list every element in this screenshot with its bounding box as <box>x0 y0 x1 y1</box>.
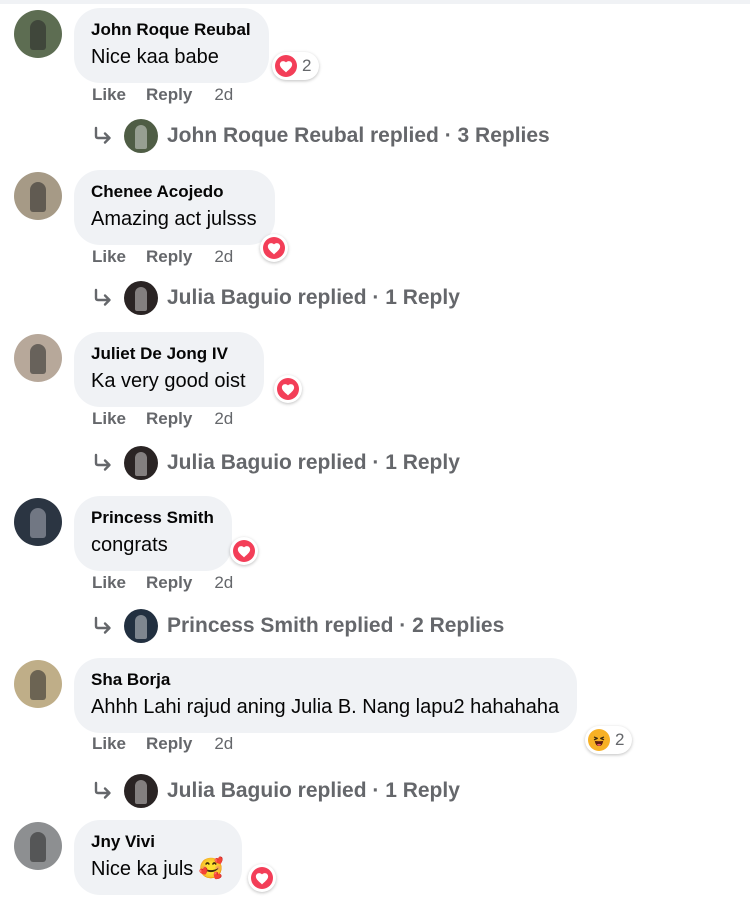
comment-actions: Like Reply 2d <box>92 247 233 267</box>
haha-reaction-icon <box>588 729 610 751</box>
reply-avatar <box>124 609 158 643</box>
comment-author[interactable]: Sha Borja <box>91 669 559 691</box>
reply-button[interactable]: Reply <box>146 409 192 429</box>
reply-arrow-icon <box>94 126 111 144</box>
avatar[interactable] <box>14 498 62 546</box>
comment: Princess Smith congrats Like Reply 2d Prin… <box>0 488 750 650</box>
comment-bubble: Sha Borja Ahhh Lahi rajud aning Julia B.… <box>74 658 578 733</box>
like-button[interactable]: Like <box>92 734 126 754</box>
timestamp[interactable]: 2d <box>214 409 233 429</box>
comment: Sha Borja Ahhh Lahi rajud aning Julia B.… <box>0 650 750 812</box>
reaction-summary[interactable]: 2 <box>272 52 320 80</box>
comment: Juliet De Jong IV Ka very good oist Like… <box>0 324 750 486</box>
reply-arrow-icon <box>94 288 111 306</box>
timestamp[interactable]: 2d <box>214 573 233 593</box>
view-replies-link[interactable]: Julia Baguio replied · 1 Reply <box>92 772 460 810</box>
comment: John Roque Reubal Nice kaa babe 2 Like Re… <box>0 0 750 162</box>
reaction-count: 2 <box>615 730 625 749</box>
comment: Jny Vivi Nice ka juls 🥰 <box>0 812 750 900</box>
avatar[interactable] <box>14 660 62 708</box>
view-replies-link[interactable]: Julia Baguio replied · 1 Reply <box>92 444 460 482</box>
reply-avatar <box>124 119 158 153</box>
reply-button[interactable]: Reply <box>146 247 192 267</box>
love-reaction-icon <box>263 237 285 259</box>
avatar[interactable] <box>14 172 62 220</box>
reply-avatar <box>124 281 158 315</box>
comment-text: Amazing act julsss <box>91 208 257 230</box>
love-reaction-icon <box>275 55 297 77</box>
comment-author[interactable]: Juliet De Jong IV <box>91 343 246 365</box>
comment-bubble: Princess Smith congrats <box>74 496 232 571</box>
like-button[interactable]: Like <box>92 409 126 429</box>
comment-actions: Like Reply 2d <box>92 85 233 105</box>
love-reaction-icon <box>233 540 255 562</box>
replies-summary: Julia Baguio replied · 1 Reply <box>167 779 460 802</box>
comment-text: Ka very good oist <box>91 370 246 392</box>
replies-summary: John Roque Reubal replied · 3 Replies <box>167 124 550 147</box>
like-button[interactable]: Like <box>92 85 126 105</box>
avatar[interactable] <box>14 10 62 58</box>
reply-avatar <box>124 774 158 808</box>
comment-author[interactable]: Jny Vivi <box>91 831 224 853</box>
like-button[interactable]: Like <box>92 247 126 267</box>
love-reaction-icon <box>277 378 299 400</box>
love-reaction-icon <box>251 867 273 889</box>
reaction-summary[interactable]: 2 <box>585 726 633 754</box>
reaction-summary[interactable] <box>230 537 258 565</box>
reaction-count: 2 <box>302 56 312 75</box>
timestamp[interactable]: 2d <box>214 734 233 754</box>
reply-arrow-icon <box>94 781 111 799</box>
avatar[interactable] <box>14 822 62 870</box>
reply-arrow-icon <box>94 453 111 471</box>
reply-button[interactable]: Reply <box>146 573 192 593</box>
view-replies-link[interactable]: John Roque Reubal replied · 3 Replies <box>92 117 550 155</box>
timestamp[interactable]: 2d <box>214 247 233 267</box>
comment-bubble: Chenee Acojedo Amazing act julsss <box>74 170 275 245</box>
replies-summary: Julia Baguio replied · 1 Reply <box>167 286 460 309</box>
reaction-summary[interactable] <box>260 234 288 262</box>
comment-bubble: John Roque Reubal Nice kaa babe <box>74 8 269 83</box>
comment-text: Nice kaa babe <box>91 46 219 68</box>
replies-summary: Princess Smith replied · 2 Replies <box>167 614 505 637</box>
comment-actions: Like Reply 2d <box>92 734 233 754</box>
reply-arrow-icon <box>94 616 111 634</box>
replies-summary: Julia Baguio replied · 1 Reply <box>167 451 460 474</box>
comment-author[interactable]: Chenee Acojedo <box>91 181 257 203</box>
view-replies-link[interactable]: Princess Smith replied · 2 Replies <box>92 607 504 645</box>
timestamp[interactable]: 2d <box>214 85 233 105</box>
comment-bubble: Jny Vivi Nice ka juls 🥰 <box>74 820 242 895</box>
avatar[interactable] <box>14 334 62 382</box>
reply-button[interactable]: Reply <box>146 734 192 754</box>
comment-text: congrats <box>91 534 168 556</box>
comment-actions: Like Reply 2d <box>92 409 233 429</box>
comment: Chenee Acojedo Amazing act julsss Like Re… <box>0 162 750 324</box>
reply-button[interactable]: Reply <box>146 85 192 105</box>
comment-actions: Like Reply 2d <box>92 573 233 593</box>
comment-text: Ahhh Lahi rajud aning Julia B. Nang lapu… <box>91 696 560 718</box>
reaction-summary[interactable] <box>274 375 302 403</box>
like-button[interactable]: Like <box>92 573 126 593</box>
comment-author[interactable]: Princess Smith <box>91 507 214 529</box>
comment-text: Nice ka juls 🥰 <box>91 858 224 880</box>
view-replies-link[interactable]: Julia Baguio replied · 1 Reply <box>92 279 460 317</box>
reaction-summary[interactable] <box>248 864 276 892</box>
comment-bubble: Juliet De Jong IV Ka very good oist <box>74 332 264 407</box>
comment-author[interactable]: John Roque Reubal <box>91 19 251 41</box>
reply-avatar <box>124 446 158 480</box>
